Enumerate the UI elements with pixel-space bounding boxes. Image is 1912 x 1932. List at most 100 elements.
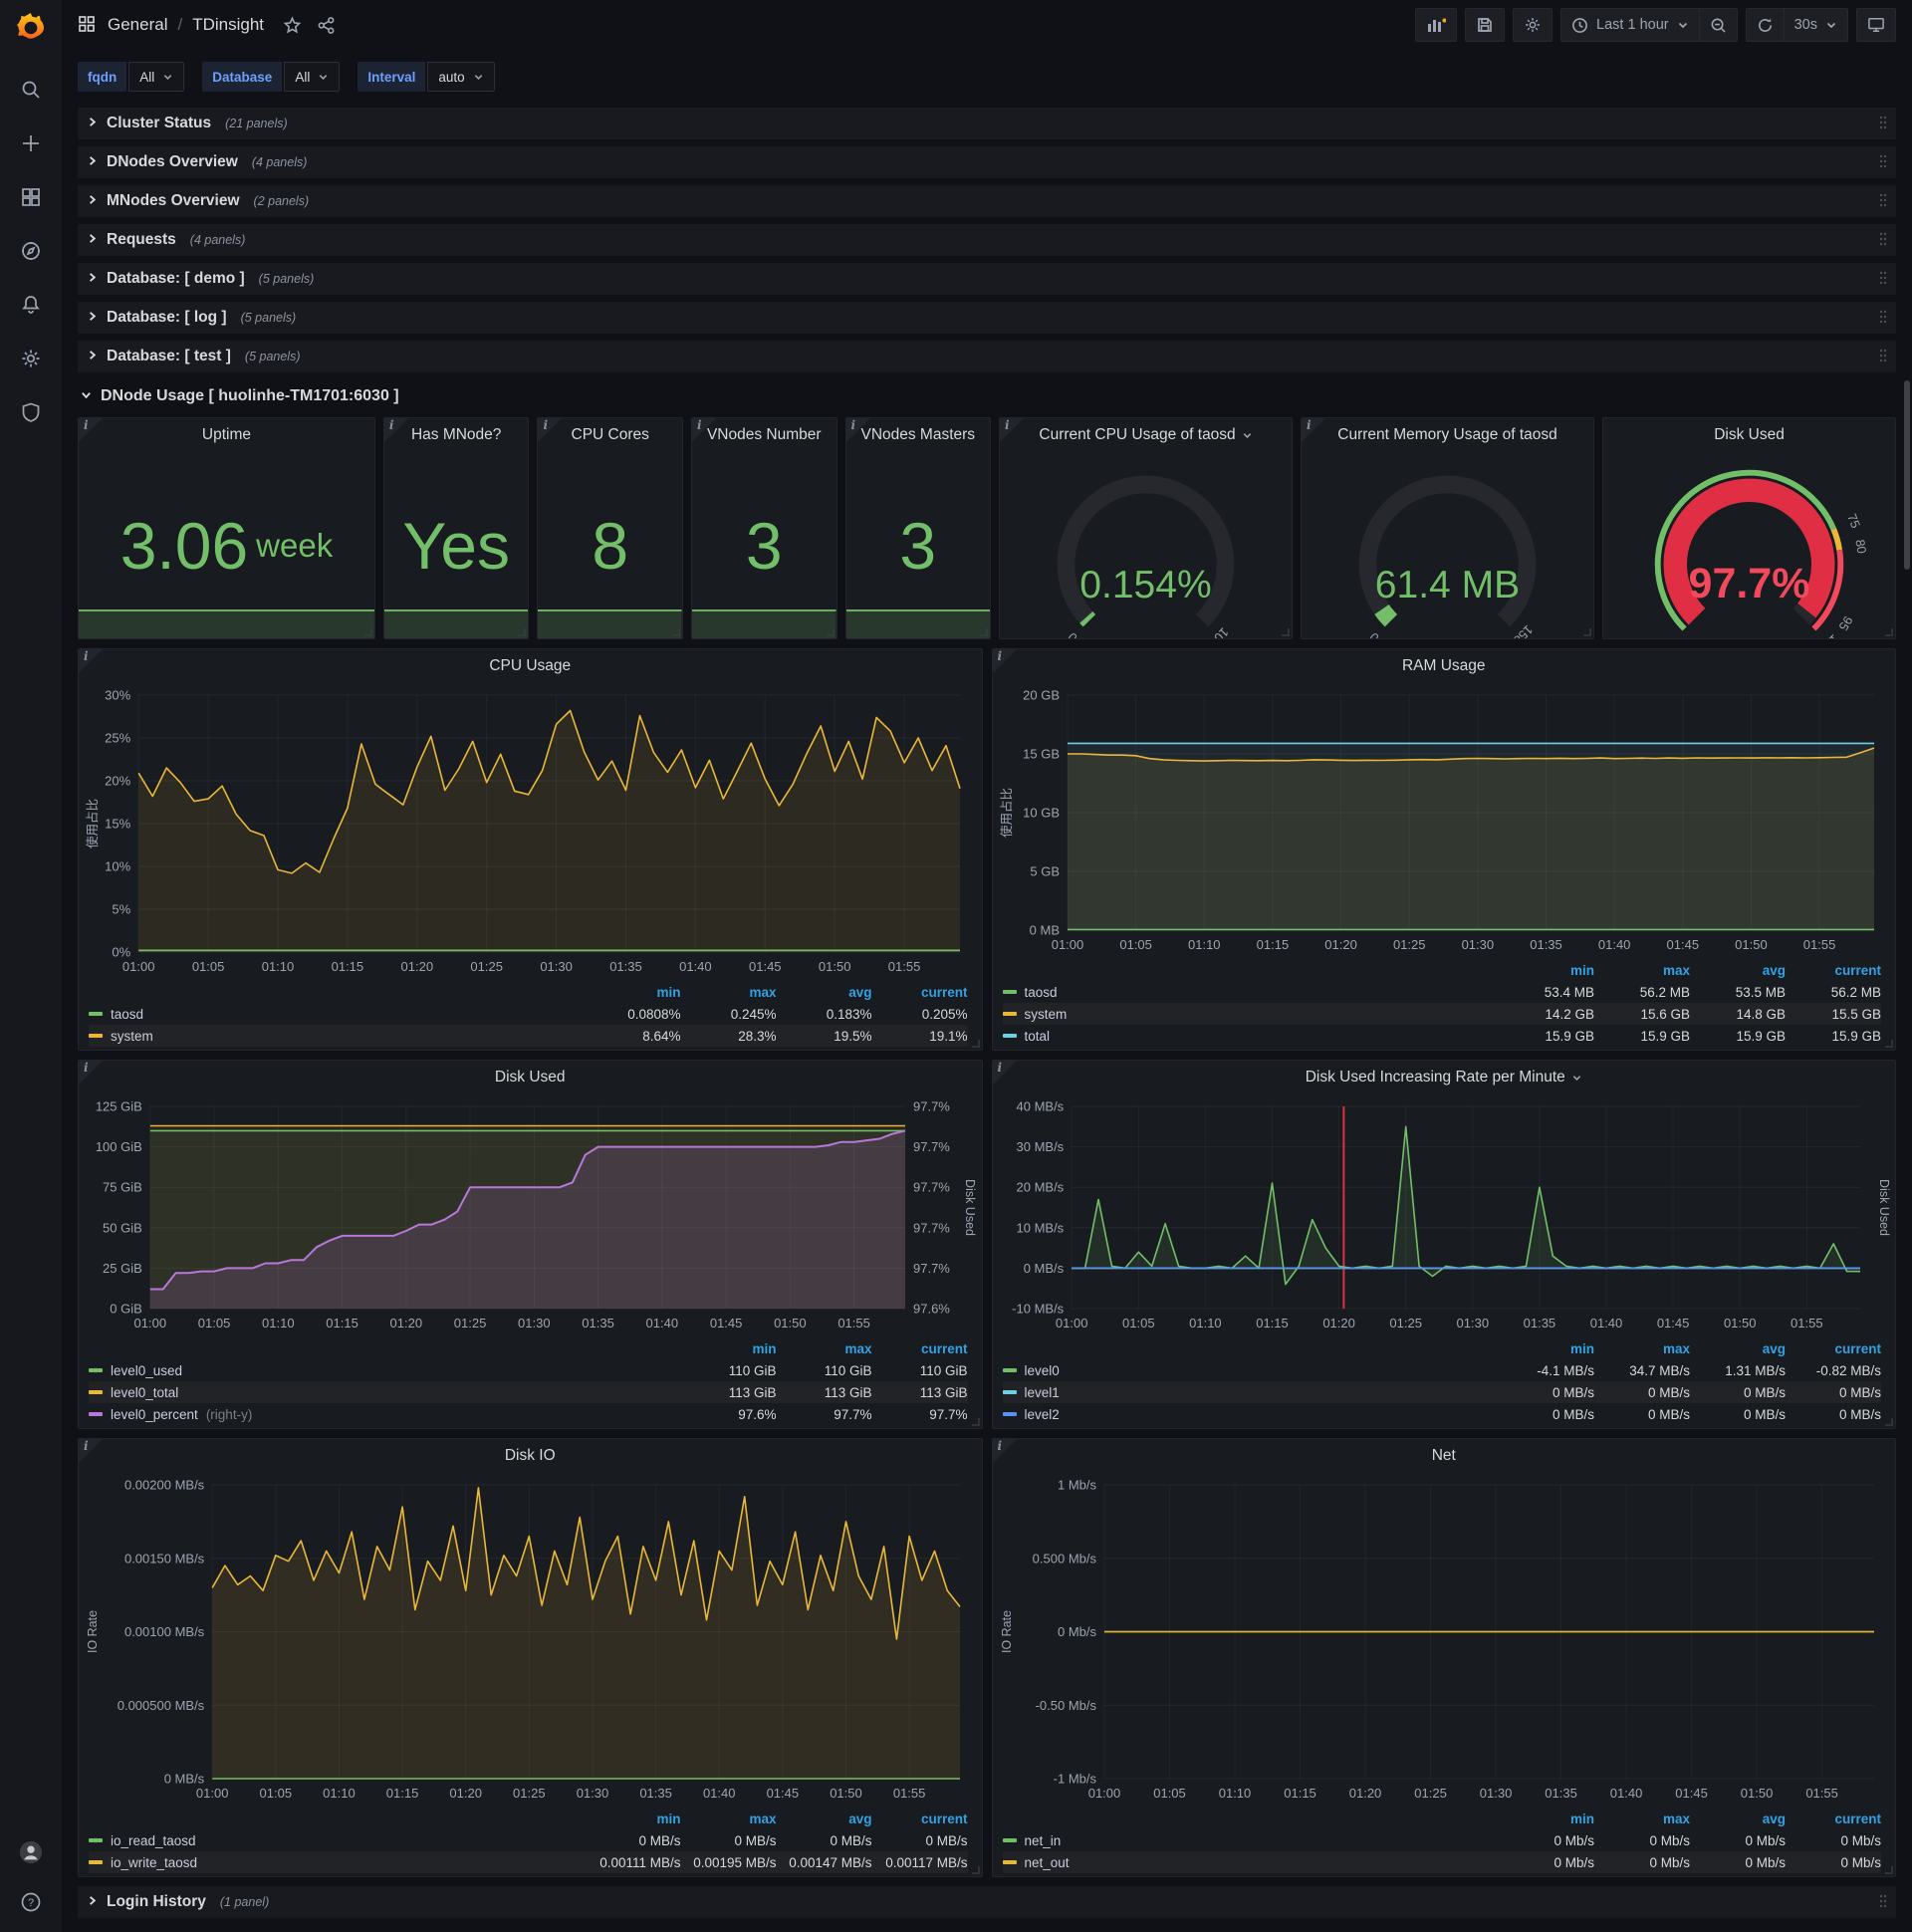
- legend-column-header[interactable]: current: [1786, 1341, 1881, 1356]
- legend-column-header[interactable]: current: [1786, 1811, 1881, 1826]
- legend-series-name[interactable]: io_read_taosd: [89, 1833, 586, 1848]
- row-dnode-usage[interactable]: DNode Usage [ huolinhe-TM1701:6030 ]: [78, 379, 1896, 413]
- legend-column-header[interactable]: current: [872, 985, 968, 1000]
- legend-column-header[interactable]: min: [1499, 963, 1594, 978]
- zoom-out-time-button[interactable]: [1699, 8, 1738, 42]
- row-collapsed[interactable]: Requests (4 panels): [78, 224, 1896, 256]
- refresh-interval-picker[interactable]: 30s: [1784, 8, 1848, 42]
- row-collapsed[interactable]: Database: [ log ] (5 panels): [78, 302, 1896, 334]
- panel-resize-handle[interactable]: [971, 1866, 980, 1874]
- panel-title[interactable]: Current Memory Usage of taosd: [1302, 418, 1593, 452]
- explore-compass-icon[interactable]: [19, 239, 43, 263]
- panel-resize-handle[interactable]: [1885, 1040, 1893, 1048]
- variable-value-dropdown[interactable]: All: [284, 62, 341, 92]
- legend-column-header[interactable]: avg: [1690, 1341, 1786, 1356]
- favorite-star-icon[interactable]: [280, 13, 304, 37]
- user-avatar[interactable]: [19, 1840, 43, 1864]
- create-plus-icon[interactable]: [19, 131, 43, 155]
- panel-resize-handle[interactable]: [1583, 628, 1592, 636]
- legend-series-name[interactable]: total: [1002, 1029, 1500, 1044]
- save-dashboard-button[interactable]: [1465, 8, 1506, 42]
- legend-series-name[interactable]: level0_total: [89, 1385, 681, 1400]
- panel-resize-handle[interactable]: [826, 628, 835, 636]
- cycle-view-mode-button[interactable]: [1856, 8, 1896, 42]
- variable-value-dropdown[interactable]: auto: [427, 62, 495, 92]
- variable-label[interactable]: fqdn: [78, 62, 127, 92]
- legend-column-header[interactable]: max: [1594, 1341, 1690, 1356]
- legend-column-header[interactable]: max: [681, 1811, 776, 1826]
- panel-title[interactable]: Net: [993, 1439, 1896, 1473]
- legend-column-header[interactable]: current: [1786, 963, 1881, 978]
- row-drag-handle[interactable]: [1878, 192, 1888, 211]
- configuration-gear-icon[interactable]: [19, 347, 43, 370]
- panel-title[interactable]: Disk Used Increasing Rate per Minute: [993, 1061, 1896, 1094]
- legend-series-name[interactable]: io_write_taosd: [89, 1855, 586, 1870]
- panel-resize-handle[interactable]: [671, 628, 680, 636]
- row-collapsed[interactable]: Cluster Status (21 panels): [78, 108, 1896, 139]
- legend-column-header[interactable]: min: [586, 985, 680, 1000]
- legend-series-name[interactable]: taosd: [1002, 985, 1500, 1000]
- chart-plot-area[interactable]: 125 GiB 97.7% 100 GiB 97.7% 75 GiB 97.7% 50 Gi…: [85, 1096, 977, 1337]
- legend-series-name[interactable]: level0_percent (right-y): [89, 1407, 681, 1422]
- grafana-logo[interactable]: [0, 0, 62, 50]
- scrollbar-thumb[interactable]: [1904, 380, 1910, 570]
- legend-series-name[interactable]: level1: [1002, 1385, 1500, 1400]
- legend-column-header[interactable]: max: [777, 1341, 871, 1356]
- refresh-button[interactable]: [1745, 8, 1785, 42]
- chart-plot-area[interactable]: 40 MB/s 30 MB/s 20 MB/s 10 MB/s 0 MB/s -10 MB…: [999, 1096, 1891, 1337]
- row-drag-handle[interactable]: [1878, 115, 1888, 133]
- legend-series-name[interactable]: system: [1002, 1007, 1500, 1022]
- breadcrumb-section[interactable]: General: [108, 15, 167, 35]
- legend-column-header[interactable]: min: [1499, 1811, 1594, 1826]
- row-drag-handle[interactable]: [1878, 153, 1888, 172]
- legend-series-name[interactable]: taosd: [89, 1007, 586, 1022]
- row-drag-handle[interactable]: [1878, 1893, 1888, 1912]
- chart-plot-area[interactable]: 30% 25% 20% 15% 10% 5% 0% 01:00 01:05 01:10 01:15 0…: [85, 685, 976, 981]
- dashboard-settings-button[interactable]: [1513, 8, 1554, 42]
- legend-column-header[interactable]: avg: [777, 1811, 871, 1826]
- legend-column-header[interactable]: current: [872, 1341, 968, 1356]
- chart-plot-area[interactable]: 1 Mb/s 0.500 Mb/s 0 Mb/s -0.50 Mb/s -1 Mb/s 0…: [999, 1475, 1890, 1808]
- legend-series-name[interactable]: level0: [1002, 1363, 1500, 1378]
- time-range-picker[interactable]: Last 1 hour: [1560, 8, 1700, 42]
- variable-value-dropdown[interactable]: All: [128, 62, 185, 92]
- row-drag-handle[interactable]: [1878, 348, 1888, 366]
- legend-series-name[interactable]: net_in: [1002, 1833, 1500, 1848]
- add-panel-button[interactable]: [1415, 8, 1458, 42]
- row-collapsed[interactable]: Database: [ test ] (5 panels): [78, 341, 1896, 372]
- panel-resize-handle[interactable]: [1885, 1866, 1893, 1874]
- panel-title[interactable]: CPU Usage: [79, 649, 982, 683]
- panel-title[interactable]: RAM Usage: [993, 649, 1896, 683]
- panel-resize-handle[interactable]: [971, 1418, 980, 1426]
- legend-series-name[interactable]: level2: [1002, 1407, 1500, 1422]
- chart-plot-area[interactable]: 20 GB 15 GB 10 GB 5 GB 0 MB 01:00 01:05 01:10 01…: [999, 685, 1890, 959]
- breadcrumb-page[interactable]: TDinsight: [192, 15, 264, 35]
- panel-title[interactable]: Disk Used: [79, 1061, 982, 1094]
- panel-title[interactable]: Current CPU Usage of taosd: [1000, 418, 1292, 452]
- legend-column-header[interactable]: max: [1594, 963, 1690, 978]
- row-drag-handle[interactable]: [1878, 270, 1888, 289]
- legend-column-header[interactable]: min: [1499, 1341, 1594, 1356]
- share-icon[interactable]: [314, 13, 338, 37]
- panel-title[interactable]: Disk IO: [79, 1439, 982, 1473]
- legend-column-header[interactable]: max: [681, 985, 776, 1000]
- help-icon[interactable]: ?: [19, 1890, 43, 1914]
- legend-column-header[interactable]: avg: [1690, 963, 1786, 978]
- search-icon[interactable]: [19, 78, 43, 102]
- panel-resize-handle[interactable]: [1885, 1418, 1893, 1426]
- row-login-history[interactable]: Login History (1 panel): [78, 1886, 1896, 1918]
- alerting-bell-icon[interactable]: [19, 293, 43, 317]
- panel-resize-handle[interactable]: [980, 628, 989, 636]
- panel-title[interactable]: Disk Used: [1603, 418, 1895, 452]
- panel-resize-handle[interactable]: [1885, 628, 1893, 636]
- panel-title[interactable]: Uptime: [79, 418, 374, 452]
- variable-label[interactable]: Database: [202, 62, 283, 92]
- variable-label[interactable]: Interval: [358, 62, 426, 92]
- chart-plot-area[interactable]: 0.00200 MB/s 0.00150 MB/s 0.00100 MB/s 0.00…: [85, 1475, 976, 1808]
- dashboards-icon[interactable]: [19, 185, 43, 209]
- row-collapsed[interactable]: DNodes Overview (4 panels): [78, 146, 1896, 178]
- row-drag-handle[interactable]: [1878, 231, 1888, 250]
- legend-series-name[interactable]: level0_used: [89, 1363, 681, 1378]
- legend-series-name[interactable]: system: [89, 1029, 586, 1044]
- panel-resize-handle[interactable]: [518, 628, 527, 636]
